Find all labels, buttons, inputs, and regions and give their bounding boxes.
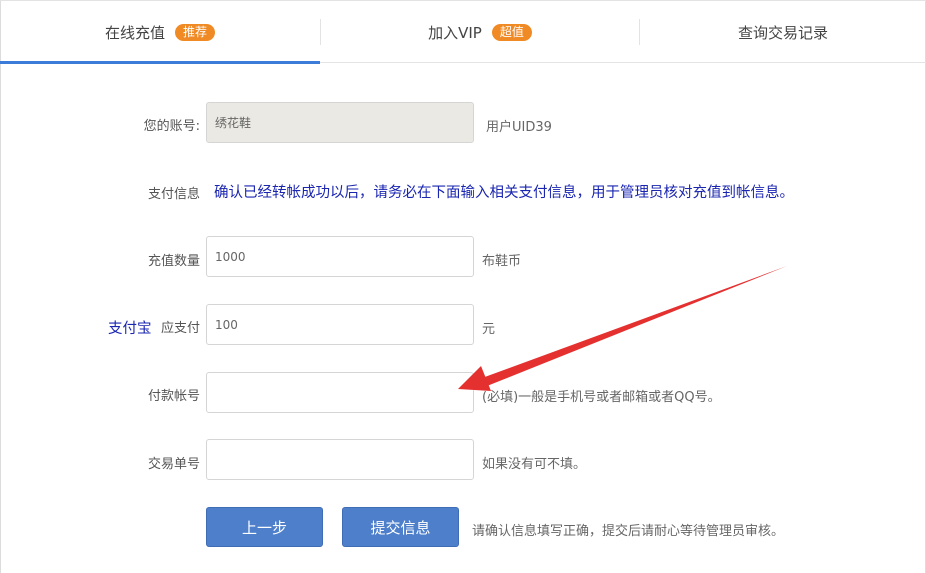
trade-no-label: 交易单号 [147, 457, 200, 472]
trade-no-hint: 如果没有可不填。 [482, 457, 587, 472]
submit-footnote: 请确认信息填写正确，提交后请耐心等待管理员审核。 [472, 524, 785, 539]
tab-badge: 超值 [491, 23, 532, 41]
tab-label: 查询交易记录 [737, 23, 828, 42]
payer-account-input[interactable] [206, 372, 474, 413]
page-frame [0, 0, 926, 573]
tab-join-vip[interactable]: 加入VIP 超值 [320, 1, 640, 63]
tab-badge: 推荐 [175, 23, 216, 41]
amount-input[interactable] [206, 236, 474, 277]
payable-unit: 元 [482, 322, 496, 337]
payable-label: 应支付 [160, 321, 200, 336]
prev-step-button[interactable]: 上一步 [206, 507, 323, 547]
amount-unit: 布鞋币 [482, 254, 522, 269]
user-uid-text: 用户UID39 [486, 120, 552, 135]
payinfo-notice: 确认已经转帐成功以后，请务必在下面输入相关支付信息，用于管理员核对充值到帐信息。 [214, 185, 794, 201]
payer-account-hint: (必填)一般是手机号或者邮箱或者QQ号。 [482, 390, 721, 405]
submit-info-button[interactable]: 提交信息 [342, 507, 459, 547]
alipay-method-text: 支付宝 [108, 321, 152, 337]
payer-account-label: 付款帐号 [147, 389, 200, 404]
tab-label: 加入VIP [428, 23, 482, 42]
payable-input[interactable] [206, 304, 474, 345]
account-field[interactable] [206, 102, 474, 143]
payinfo-label: 支付信息 [147, 187, 200, 202]
tab-transaction-records[interactable]: 查询交易记录 [640, 1, 926, 63]
tab-bar: 在线充值 推荐 加入VIP 超值 查询交易记录 [0, 0, 926, 64]
account-label: 您的账号: [143, 119, 200, 134]
tab-online-recharge[interactable]: 在线充值 推荐 [0, 1, 320, 64]
amount-label: 充值数量 [147, 254, 200, 269]
trade-no-input[interactable] [206, 439, 474, 480]
tab-label: 在线充值 [104, 23, 165, 42]
